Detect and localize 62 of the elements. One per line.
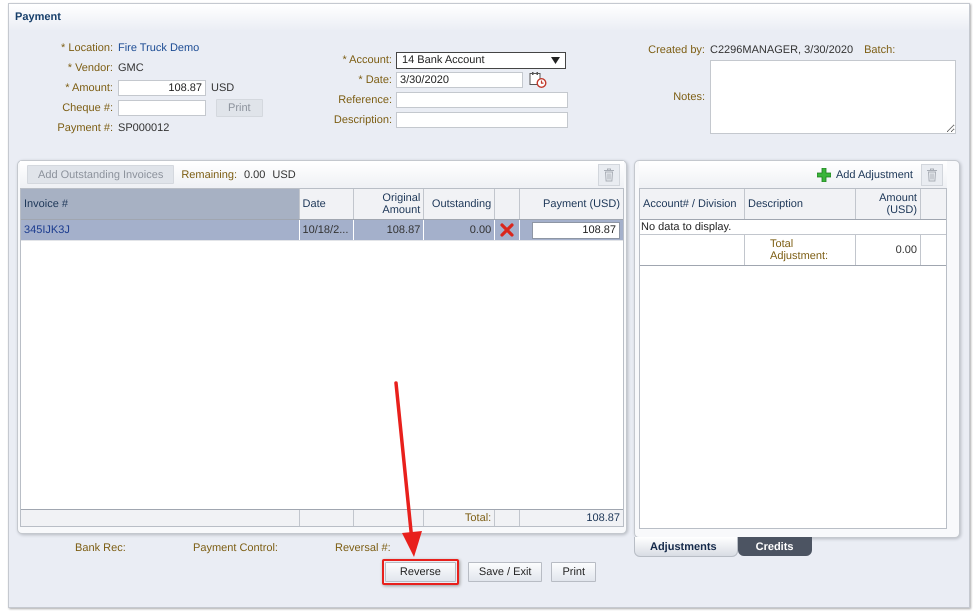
field-label: * Location: [60, 42, 113, 54]
column-header[interactable]: Payment (USD) [520, 189, 624, 219]
action-button[interactable]: Print [551, 562, 596, 582]
payment-field[interactable]: 108.87 [532, 222, 620, 238]
column-header[interactable]: Account# / Division [640, 189, 745, 219]
table-cell: 10/18/2... [300, 220, 354, 240]
field-value: GMC [118, 62, 144, 74]
field-label: Payment Control: [193, 542, 278, 554]
column-header[interactable]: Date [300, 189, 354, 219]
unit-label: USD [211, 82, 234, 94]
table-cell: 108.87 [354, 220, 424, 240]
created-by-label: Created by: [647, 44, 705, 56]
input-field[interactable] [118, 100, 206, 116]
field-label: Reversal #: [335, 542, 391, 554]
dropdown-icon [551, 56, 560, 64]
account-dropdown[interactable]: 14 Bank Account [396, 52, 566, 68]
invoice-row[interactable]: 345IJK3J 10/18/2... 108.87 0.00 108.87 [21, 220, 623, 241]
field-label: Bank Rec: [75, 542, 126, 554]
delete-icon[interactable] [921, 164, 943, 186]
tab[interactable]: Adjustments [634, 537, 738, 557]
field-label: * Account: [341, 54, 392, 66]
field-label: Cheque #: [61, 102, 113, 114]
input-field[interactable] [396, 92, 568, 108]
table-cell: 345IJK3J [21, 220, 300, 240]
remaining-value: 0.00 [244, 168, 266, 180]
remove-icon[interactable] [500, 223, 514, 237]
created-by-value: C2296MANAGER, 3/30/2020 [710, 44, 854, 56]
panel-title: Payment [15, 11, 61, 23]
calendar-icon[interactable] [529, 72, 547, 88]
remaining-unit: USD [272, 168, 296, 180]
input-field[interactable] [396, 112, 568, 128]
notes-label: Notes: [672, 91, 705, 103]
location-link[interactable]: Fire Truck Demo [118, 42, 200, 54]
action-button[interactable]: Save / Exit [468, 562, 542, 582]
field-label: Description: [332, 114, 392, 126]
column-header[interactable]: Original Amount [354, 189, 424, 219]
field-label: * Amount: [64, 82, 113, 94]
total-label: Total: [424, 510, 496, 526]
delete-icon[interactable] [598, 164, 620, 186]
add-adjustment-button[interactable]: Add Adjustment [816, 168, 913, 182]
plus-icon [816, 168, 831, 182]
total-value: 108.87 [585, 511, 622, 526]
notes-field[interactable] [710, 60, 956, 134]
column-header[interactable]: Outstanding [424, 189, 496, 219]
date-field[interactable]: 3/30/2020 [396, 72, 523, 88]
action-button[interactable]: Reverse [384, 562, 456, 582]
total-value: 0.00 [856, 235, 921, 265]
field-label: * Date: [357, 74, 392, 86]
field-label: Reference: [337, 94, 392, 106]
batch-label: Batch: [864, 44, 896, 56]
tab[interactable]: Credits [738, 537, 812, 556]
input-field[interactable]: 108.87 [118, 80, 206, 96]
column-header[interactable]: Invoice # [21, 189, 300, 219]
total-label: Total Adjustment: [770, 238, 830, 262]
column-header[interactable]: Description [745, 189, 856, 219]
field-label: * Vendor: [66, 62, 113, 74]
empty-message: No data to display. [641, 221, 732, 233]
column-header[interactable]: Amount (USD) [856, 189, 921, 219]
field-value: SP000012 [118, 122, 170, 134]
remaining-label: Remaining: [181, 168, 237, 180]
table-cell: 0.00 [424, 220, 496, 240]
field-label: Payment #: [56, 122, 113, 134]
